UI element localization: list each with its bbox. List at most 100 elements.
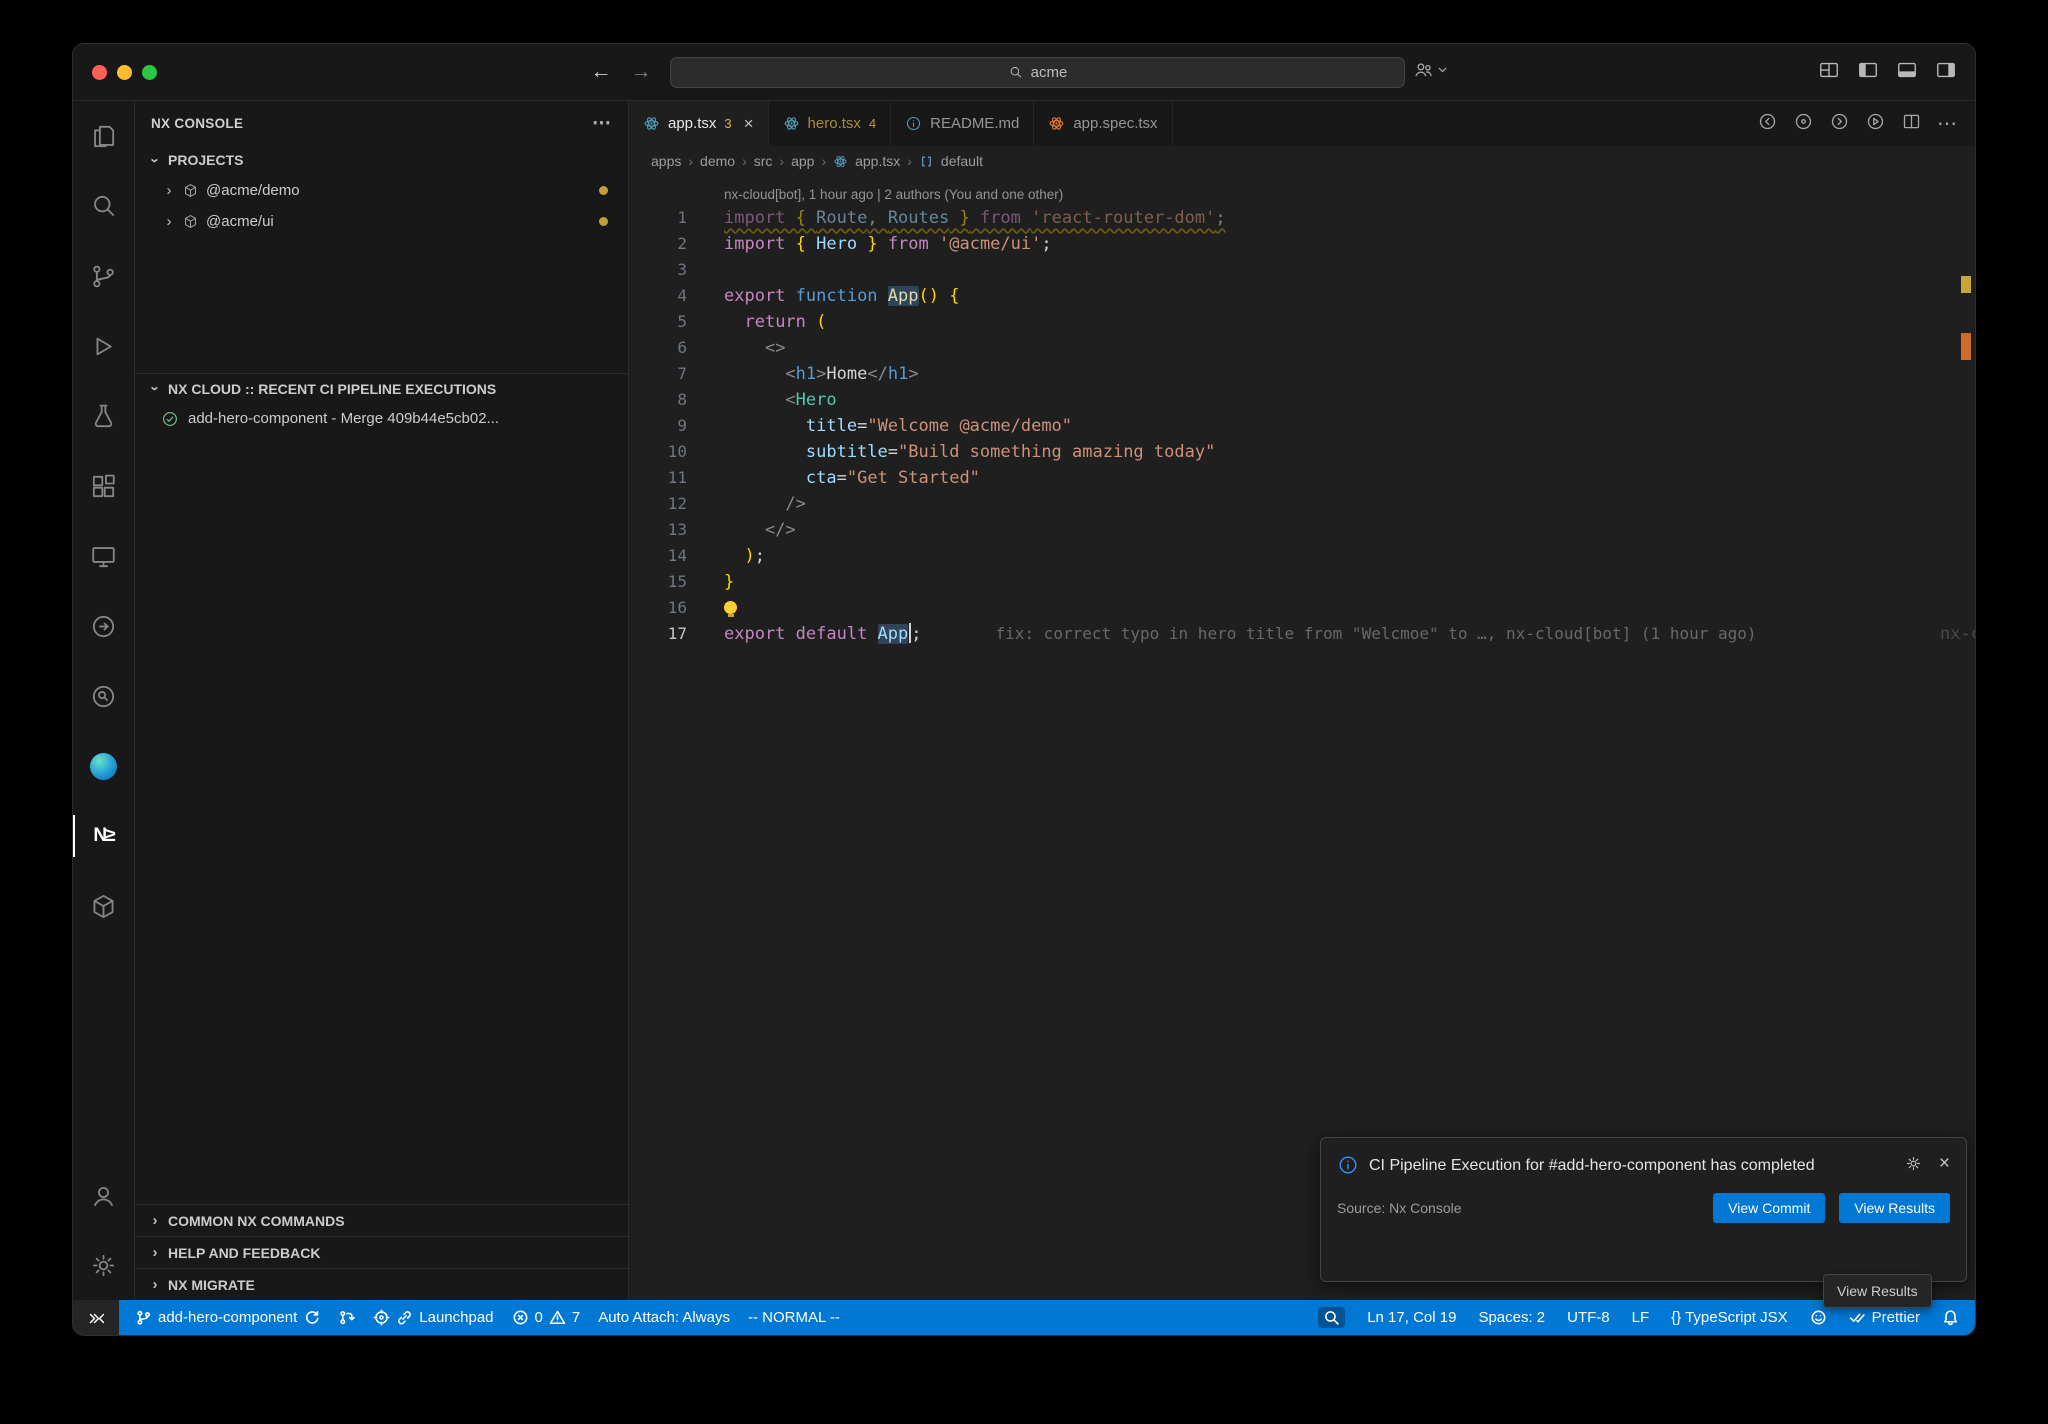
nx-console-icon[interactable]: N≥ <box>73 801 134 871</box>
run-file-icon[interactable] <box>1865 111 1886 137</box>
run-debug-icon[interactable] <box>73 311 134 381</box>
zoom-indicator[interactable] <box>1318 1307 1345 1328</box>
code-line[interactable]: 14 ); <box>629 543 1975 569</box>
code-line[interactable]: 16 <box>629 595 1975 621</box>
package-icon[interactable] <box>73 871 134 941</box>
eol-indicator[interactable]: LF <box>1632 1309 1650 1326</box>
minimize-window-button[interactable] <box>117 65 132 80</box>
more-actions-icon[interactable]: ⋯ <box>1937 111 1957 136</box>
language-mode-indicator[interactable]: {} TypeScript JSX <box>1671 1309 1787 1326</box>
breadcrumb-item[interactable]: apps <box>651 153 681 169</box>
code-line[interactable]: 3 <box>629 257 1975 283</box>
split-editor-icon[interactable] <box>1901 111 1922 137</box>
projects-section-header[interactable]: › PROJECTS <box>135 145 628 175</box>
navigate-back-icon[interactable]: ← <box>587 58 615 86</box>
pipeline-execution-item[interactable]: add-hero-component - Merge 409b44e5cb02.… <box>135 403 628 434</box>
toggle-secondary-sidebar-icon[interactable] <box>1935 59 1957 86</box>
notification-close-icon[interactable]: × <box>1939 1154 1950 1178</box>
code-line[interactable]: 17export default App;fix: correct typo i… <box>629 621 1975 647</box>
code-line[interactable]: 13 </> <box>629 517 1975 543</box>
search-details-icon[interactable] <box>73 661 134 731</box>
tab-app-spec-tsx[interactable]: app.spec.tsx <box>1034 101 1172 146</box>
line-number[interactable]: 8 <box>629 387 687 413</box>
tab-readme-md[interactable]: README.md <box>891 101 1034 146</box>
line-number[interactable]: 1 <box>629 205 687 231</box>
toggle-primary-sidebar-icon[interactable] <box>1857 59 1879 86</box>
tab-hero-tsx[interactable]: hero.tsx 4 <box>769 101 892 146</box>
extensions-icon[interactable] <box>73 451 134 521</box>
breadcrumb-item[interactable]: app <box>791 153 814 169</box>
breadcrumb-item[interactable]: default <box>941 153 983 169</box>
code-line[interactable]: 6 <> <box>629 335 1975 361</box>
line-number[interactable]: 7 <box>629 361 687 387</box>
line-number[interactable]: 14 <box>629 543 687 569</box>
view-commit-button[interactable]: View Commit <box>1713 1193 1825 1223</box>
tab-app-tsx[interactable]: app.tsx 3 × <box>629 101 769 146</box>
problems-indicator[interactable]: 0 7 <box>512 1309 581 1326</box>
line-number[interactable]: 5 <box>629 309 687 335</box>
breadcrumb-item[interactable]: demo <box>700 153 735 169</box>
vim-mode-indicator[interactable]: -- NORMAL -- <box>748 1309 840 1326</box>
testing-icon[interactable] <box>73 381 134 451</box>
nx-cloud-section-header[interactable]: › NX CLOUD :: RECENT CI PIPELINE EXECUTI… <box>135 373 628 403</box>
line-number[interactable]: 3 <box>629 257 687 283</box>
branch-indicator[interactable]: add-hero-component <box>135 1309 320 1326</box>
code-line[interactable]: 7 <h1>Home</h1> <box>629 361 1975 387</box>
more-actions-icon[interactable]: ⋯ <box>592 112 612 135</box>
line-number[interactable]: 16 <box>629 595 687 621</box>
notification-settings-icon[interactable] <box>1904 1154 1923 1178</box>
code-line[interactable]: 11 cta="Get Started" <box>629 465 1975 491</box>
code-line[interactable]: 8 <Hero <box>629 387 1975 413</box>
indentation-indicator[interactable]: Spaces: 2 <box>1478 1309 1545 1326</box>
code-line[interactable]: 2import { Hero } from '@acme/ui'; <box>629 231 1975 257</box>
formatter-indicator[interactable]: Prettier <box>1849 1309 1920 1326</box>
remote-indicator[interactable] <box>73 1300 119 1335</box>
cursor-position-indicator[interactable]: Ln 17, Col 19 <box>1367 1309 1456 1326</box>
line-number[interactable]: 6 <box>629 335 687 361</box>
search-icon[interactable] <box>73 171 134 241</box>
line-number[interactable]: 10 <box>629 439 687 465</box>
code-editor[interactable]: nx-cloud[bot], 1 hour ago | 2 authors (Y… <box>629 176 1975 1300</box>
launchpad-button[interactable]: Launchpad <box>373 1309 493 1326</box>
prev-change-icon[interactable] <box>1757 111 1778 137</box>
line-number[interactable]: 2 <box>629 231 687 257</box>
line-number[interactable]: 11 <box>629 465 687 491</box>
tree-item-acme-demo[interactable]: › @acme/demo <box>135 175 628 206</box>
section-nx-migrate[interactable]: › NX MIGRATE <box>135 1268 628 1300</box>
encoding-indicator[interactable]: UTF-8 <box>1567 1309 1610 1326</box>
breadcrumb-item[interactable]: src <box>754 153 773 169</box>
zoom-window-button[interactable] <box>142 65 157 80</box>
close-window-button[interactable] <box>92 65 107 80</box>
lightbulb-icon[interactable] <box>724 601 737 614</box>
toggle-panel-icon[interactable] <box>1896 59 1918 86</box>
section-common-nx-commands[interactable]: › COMMON NX COMMANDS <box>135 1204 628 1236</box>
code-line[interactable]: 10 subtitle="Build something amazing tod… <box>629 439 1975 465</box>
code-line[interactable]: 15} <box>629 569 1975 595</box>
code-line[interactable]: 5 return ( <box>629 309 1975 335</box>
next-change-icon[interactable] <box>1829 111 1850 137</box>
navigate-forward-icon[interactable]: → <box>627 58 655 86</box>
line-number[interactable]: 17 <box>629 621 687 647</box>
line-number[interactable]: 13 <box>629 517 687 543</box>
tree-item-acme-ui[interactable]: › @acme/ui <box>135 206 628 237</box>
git-action-button[interactable] <box>338 1309 355 1326</box>
breadcrumb-item[interactable]: app.tsx <box>855 153 900 169</box>
remote-explorer-icon[interactable] <box>73 521 134 591</box>
account-icon[interactable] <box>73 1160 134 1230</box>
profiles-menu[interactable] <box>1413 59 1449 80</box>
notifications-button[interactable] <box>1942 1309 1959 1326</box>
code-line[interactable]: 4export function App() { <box>629 283 1975 309</box>
line-number[interactable]: 15 <box>629 569 687 595</box>
source-control-icon[interactable] <box>73 241 134 311</box>
line-number[interactable]: 4 <box>629 283 687 309</box>
auto-attach-indicator[interactable]: Auto Attach: Always <box>598 1309 730 1326</box>
customize-layout-icon[interactable] <box>1818 59 1840 86</box>
close-tab-icon[interactable]: × <box>744 114 754 134</box>
open-changes-icon[interactable] <box>1793 111 1814 137</box>
view-results-button[interactable]: View Results <box>1839 1193 1950 1223</box>
settings-gear-icon[interactable] <box>73 1230 134 1300</box>
code-line[interactable]: 1import { Route, Routes } from 'react-ro… <box>629 205 1975 231</box>
live-share-icon[interactable] <box>73 591 134 661</box>
line-number[interactable]: 9 <box>629 413 687 439</box>
command-center-search[interactable]: acme <box>670 57 1405 88</box>
